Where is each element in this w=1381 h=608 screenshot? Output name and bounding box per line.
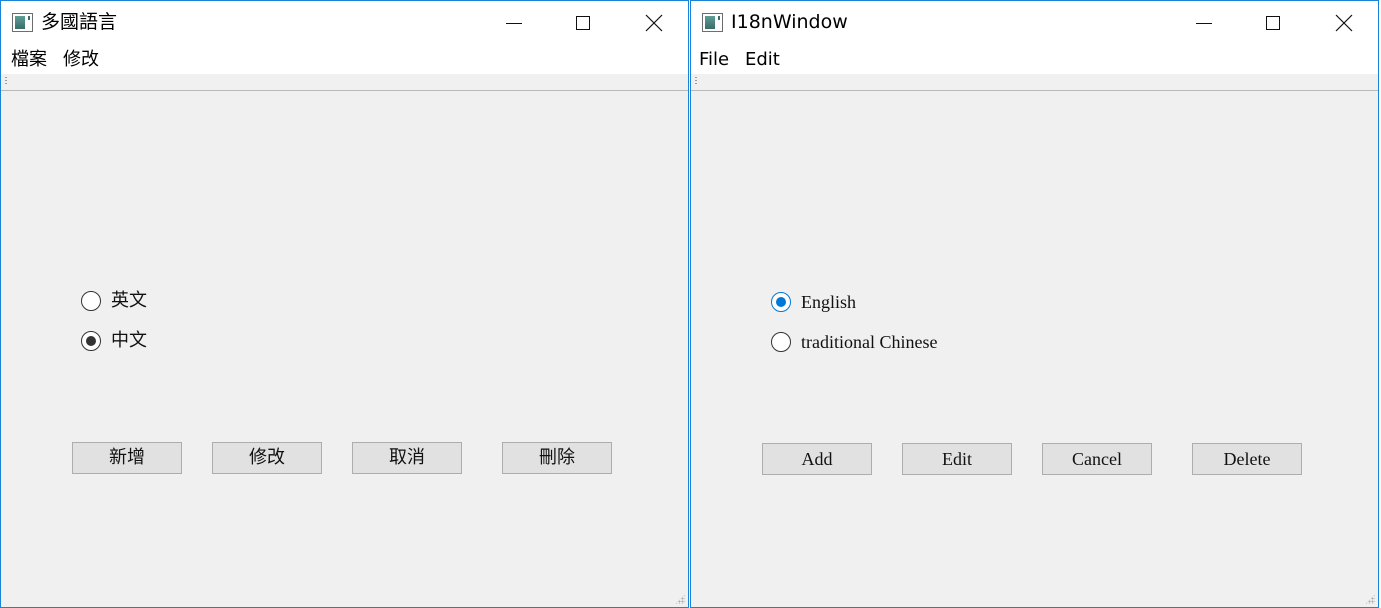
close-icon — [645, 14, 663, 32]
radio-button[interactable] — [81, 331, 101, 351]
maximize-button[interactable] — [1250, 1, 1296, 45]
minimize-icon — [506, 23, 522, 24]
maximize-button[interactable] — [560, 1, 606, 45]
cancel-button[interactable]: Cancel — [1042, 443, 1152, 475]
radio-label: 英文 — [111, 290, 147, 311]
toolbar — [691, 74, 1378, 91]
toolbar — [1, 74, 688, 91]
radio-label: traditional Chinese — [801, 332, 938, 352]
delete-button[interactable]: 刪除 — [502, 442, 612, 474]
minimize-icon — [1196, 23, 1212, 24]
title-bar[interactable]: 多國語言 — [1, 1, 688, 45]
menu-edit[interactable]: 修改 — [63, 49, 99, 71]
cancel-button[interactable]: 取消 — [352, 442, 462, 474]
maximize-icon — [576, 16, 590, 30]
edit-button[interactable]: Edit — [902, 443, 1012, 475]
radio-button[interactable] — [81, 291, 101, 311]
window-title: I18nWindow — [731, 11, 848, 33]
menu-file[interactable]: 檔案 — [11, 49, 47, 71]
radio-button[interactable] — [771, 292, 791, 312]
add-button[interactable]: Add — [762, 443, 872, 475]
resize-grip-icon[interactable] — [1365, 594, 1375, 604]
close-button[interactable] — [630, 1, 676, 45]
window-title: 多國語言 — [41, 11, 118, 33]
edit-button[interactable]: 修改 — [212, 442, 322, 474]
toolbar-handle[interactable] — [5, 77, 7, 84]
minimize-button[interactable] — [1180, 1, 1226, 45]
minimize-button[interactable] — [490, 1, 536, 45]
radio-button[interactable] — [771, 332, 791, 352]
radio-label: English — [801, 292, 857, 312]
close-icon — [1335, 14, 1353, 32]
toolbar-handle[interactable] — [695, 77, 697, 84]
window-chinese: 多國語言 檔案 修改 英文 中文 新增 修改 取消 刪除 — [0, 0, 689, 608]
menu-bar: 檔案 修改 — [1, 45, 688, 74]
app-window-icon — [12, 13, 33, 32]
menu-edit[interactable]: Edit — [745, 49, 780, 71]
menu-file[interactable]: File — [699, 49, 729, 71]
title-bar[interactable]: I18nWindow — [691, 1, 1378, 45]
radio-label: 中文 — [111, 330, 147, 351]
resize-grip-icon[interactable] — [675, 594, 685, 604]
delete-button[interactable]: Delete — [1192, 443, 1302, 475]
maximize-icon — [1266, 16, 1280, 30]
add-button[interactable]: 新增 — [72, 442, 182, 474]
menu-bar: File Edit — [691, 45, 1378, 74]
close-button[interactable] — [1320, 1, 1366, 45]
app-window-icon — [702, 13, 723, 32]
window-english: I18nWindow File Edit English traditional… — [690, 0, 1379, 608]
